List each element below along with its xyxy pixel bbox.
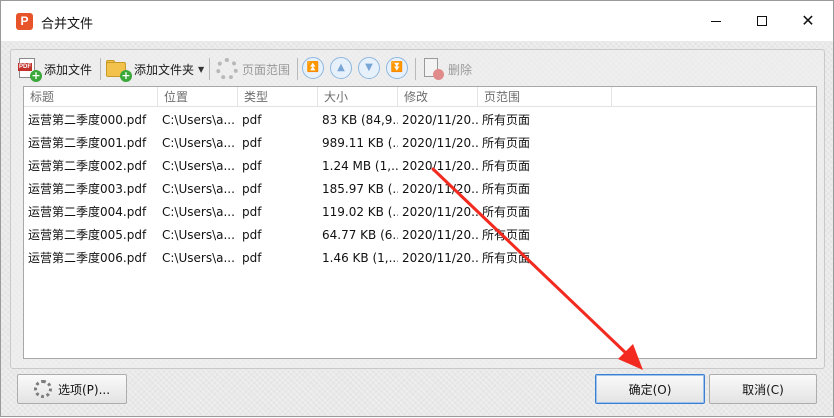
annotation-arrow bbox=[431, 167, 643, 370]
arrow-line bbox=[431, 167, 631, 358]
merge-files-dialog: P 合并文件 ✕ PDF + 添加文件 + 添加文件夹 ▼ 页面范围 ⏫ ▲ ▼… bbox=[0, 0, 834, 417]
